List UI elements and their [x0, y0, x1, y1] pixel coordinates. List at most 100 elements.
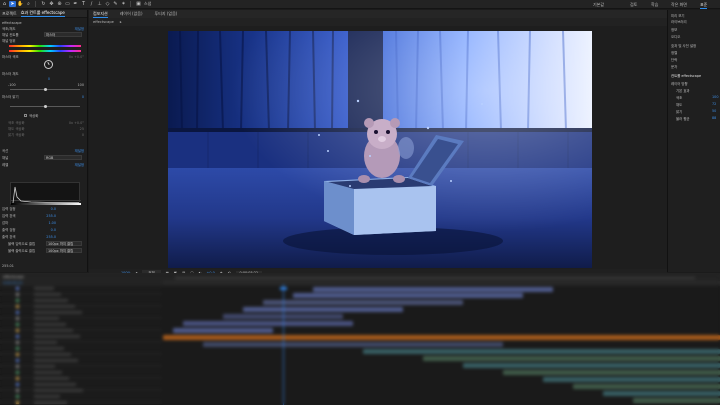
levels-histogram[interactable]: [10, 182, 81, 205]
layer-title-row: effectscape: [2, 20, 84, 25]
shape-tool-icon[interactable]: ▭: [64, 1, 71, 7]
type-tool-icon[interactable]: T: [80, 1, 87, 7]
property-row-input-black: 입력 검정 0.0: [2, 206, 84, 212]
panel-info[interactable]: 정보: [671, 27, 677, 32]
pen-tool-icon[interactable]: ✒: [72, 1, 79, 7]
effect-row-hue-saturation[interactable]: 색조/채도 재설정: [2, 26, 84, 31]
tab-project[interactable]: 프로젝트: [2, 11, 17, 17]
property-name: 마스터 색조: [2, 55, 19, 59]
property-value[interactable]: 0.0: [51, 228, 56, 232]
effect-row-curves[interactable]: 곡선 재설정: [2, 148, 84, 153]
snapping-checkbox-icon[interactable]: ▣: [135, 1, 142, 7]
property-name: 입력 검정: [2, 207, 16, 211]
channel-dropdown[interactable]: RGB: [44, 155, 82, 160]
layer-title: effectscape: [2, 20, 22, 25]
property-value[interactable]: 255.0: [46, 235, 56, 239]
tab-effect-controls[interactable]: 효과 컨트롤 effectscape: [20, 10, 65, 17]
composition-canvas[interactable]: [168, 31, 592, 268]
property-value[interactable]: 0.0: [51, 207, 56, 211]
control-lightness-value[interactable]: 50: [712, 109, 716, 113]
selection-tool-icon[interactable]: ➤: [9, 1, 16, 7]
slider-min-label: -100: [8, 82, 16, 87]
saturation-slider-thumb[interactable]: [44, 88, 47, 91]
property-value[interactable]: 255.0: [46, 214, 56, 218]
toolbar-divider: [35, 1, 36, 7]
workspace-tab-small-screen[interactable]: 작은 화면: [671, 2, 687, 8]
panel-character[interactable]: 문자: [671, 64, 677, 69]
property-value[interactable]: 0: [82, 95, 84, 99]
left-panel-tabs: 프로젝트 효과 컨트롤 effectscape: [0, 10, 87, 18]
control-blur-value[interactable]: 88: [712, 116, 716, 120]
rotate-tool-icon[interactable]: ↻: [40, 1, 47, 7]
tools-toolbar: ⌂ ➤ ✋ ⌕ ↻ ✥ ⊕ ▭ ✒ T ∕ ⊥ ◇ ✎ ✶ ▣ 스냅 기본값 검…: [0, 0, 720, 9]
brush-tool-icon[interactable]: ∕: [88, 1, 95, 7]
tab-layer[interactable]: 레이어 (없음): [120, 11, 143, 17]
effect-row-levels[interactable]: 레벨 재설정: [2, 162, 84, 167]
control-saturation: 채도: [676, 103, 683, 107]
zoom-tool-icon[interactable]: ⌕: [25, 1, 32, 7]
channel-control-dropdown[interactable]: 마스터: [44, 32, 82, 37]
workspace-tab-default[interactable]: 기본값: [593, 2, 604, 8]
puppet-pin-icon[interactable]: ✶: [120, 1, 127, 7]
property-row-output-white: 출력 흰색 255.0: [2, 234, 84, 240]
toolbar-divider: [130, 1, 131, 7]
tab-footage[interactable]: 푸티지 (없음): [155, 11, 178, 17]
clip-black-dropdown[interactable]: 100px 까지 클립: [46, 241, 82, 246]
property-name: 출력 검정: [2, 228, 16, 232]
property-row-input-white: 입력 흰색 255.0: [2, 213, 84, 219]
panel-audio[interactable]: 오디오: [671, 34, 680, 39]
home-icon[interactable]: ⌂: [1, 1, 8, 7]
panel-libraries[interactable]: 라이브러리: [671, 19, 687, 24]
property-value[interactable]: 1.00: [48, 221, 56, 225]
panel-align[interactable]: 정렬: [671, 50, 677, 55]
panel-effects-presets[interactable]: 효과 및 사전 설정: [671, 43, 696, 48]
property-row-output-black: 출력 검정 0.0: [2, 227, 84, 233]
reset-link[interactable]: 재설정: [75, 162, 84, 167]
reset-link[interactable]: 재설정: [75, 26, 84, 31]
panel-paragraph[interactable]: 단락: [671, 57, 677, 62]
property-value: 0x +0.0°: [68, 120, 84, 125]
property-name: 감마: [2, 221, 9, 225]
workspace-tab-standard[interactable]: 표준: [700, 2, 708, 9]
comp-name-crumb[interactable]: effectscape: [93, 20, 114, 24]
composition-viewer-panel: 컴포지션 레이어 (없음) 푸티지 (없음) effectscape ▸: [89, 10, 667, 276]
control-blur-average: 블러 평균: [676, 117, 690, 121]
property-name: 채도 색상화: [8, 127, 25, 131]
panel-preview[interactable]: 미리 보기: [671, 13, 685, 18]
viewer-tabs: 컴포지션 레이어 (없음) 푸티지 (없음): [89, 10, 667, 18]
hue-angle-dial[interactable]: [44, 60, 53, 69]
property-value[interactable]: 0: [48, 77, 50, 81]
reset-link[interactable]: 재설정: [75, 148, 84, 153]
property-name: 입력 흰색: [2, 214, 16, 218]
control-basic-effect: 기본 효과: [676, 89, 690, 93]
workspace-tab-learn[interactable]: 학습: [651, 2, 658, 8]
left-panel-footer: 255.01: [2, 263, 84, 268]
camera-tool-icon[interactable]: ✥: [48, 1, 55, 7]
histogram-graph: [11, 186, 81, 205]
slider-max-label: 100: [77, 82, 84, 87]
control-hue-value[interactable]: 100: [712, 95, 718, 99]
control-layer-orientation: 레이어 방향: [671, 82, 688, 86]
property-row-master-hue: 마스터 색조 0x +0.0°: [2, 54, 84, 60]
effect-name: 색조/채도: [2, 27, 16, 31]
tab-composition[interactable]: 컴포지션: [93, 11, 108, 18]
roto-brush-icon[interactable]: ✎: [112, 1, 119, 7]
property-value[interactable]: 0x +0.0°: [69, 55, 84, 59]
lightness-slider-thumb[interactable]: [44, 105, 47, 108]
eraser-tool-icon[interactable]: ◇: [104, 1, 111, 7]
pan-behind-icon[interactable]: ⊕: [56, 1, 63, 7]
effect-name: 레벨: [2, 163, 9, 167]
snapping-label: 스냅: [144, 1, 152, 6]
workspace-tab-review[interactable]: 검토: [630, 2, 637, 8]
after-effects-window: ⌂ ➤ ✋ ⌕ ↻ ✥ ⊕ ▭ ✒ T ∕ ⊥ ◇ ✎ ✶ ▣ 스냅 기본값 검…: [0, 0, 720, 405]
property-row-master-lightness: 마스터 밝기 0: [2, 94, 84, 100]
colorize-checkbox[interactable]: [24, 114, 27, 117]
panel-controls-title[interactable]: 컨트롤 effectscape: [671, 73, 701, 78]
clone-stamp-icon[interactable]: ⊥: [96, 1, 103, 7]
lock-icon[interactable]: ▸: [120, 20, 122, 24]
property-name: 밝기 색상화: [8, 133, 25, 137]
channel-range-spectrum-output: [9, 50, 81, 52]
hand-tool-icon[interactable]: ✋: [17, 1, 24, 7]
clip-white-dropdown[interactable]: 100px 까지 클립: [46, 248, 82, 253]
control-saturation-value[interactable]: 72: [712, 102, 716, 106]
